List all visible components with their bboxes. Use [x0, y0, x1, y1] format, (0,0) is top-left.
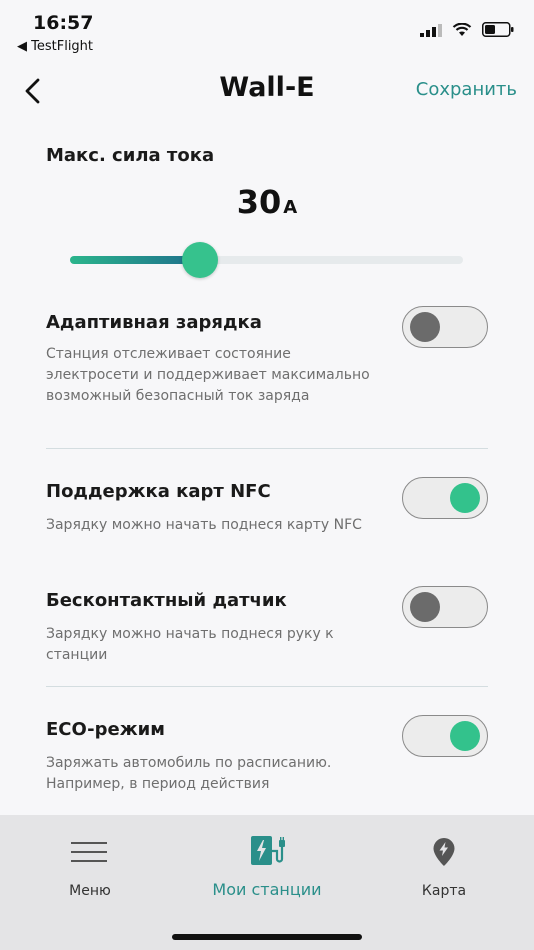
menu-icon — [71, 842, 107, 862]
tab-label: Карта — [421, 883, 467, 899]
battery-icon — [482, 22, 514, 37]
setting-description: Станция отслеживает состояние электросет… — [46, 346, 370, 404]
home-indicator — [172, 934, 362, 940]
nfc-support-toggle[interactable] — [402, 477, 488, 519]
status-time: 16:57 — [33, 12, 94, 34]
signal-icon — [420, 23, 442, 37]
tab-label: Мои станции — [212, 880, 322, 899]
setting-adaptive-charging: Адаптивная зарядка Станция отслеживает с… — [46, 306, 488, 436]
toggle-knob — [410, 592, 440, 622]
slider-thumb[interactable] — [181, 242, 218, 278]
status-icons — [420, 22, 514, 37]
tab-label: Меню — [69, 883, 111, 899]
setting-title: ECO-режим — [46, 719, 165, 740]
setting-title: Адаптивная зарядка — [46, 312, 262, 333]
wifi-icon — [452, 22, 472, 36]
save-button[interactable]: Сохранить — [416, 79, 517, 100]
back-to-app-link[interactable]: ◀ TestFlight — [17, 39, 93, 54]
max-current-unit: A — [283, 197, 298, 218]
setting-eco-mode: ECO-режим Заряжать автомобиль по расписа… — [46, 715, 488, 805]
nav-bar: Wall-E Сохранить — [0, 66, 534, 116]
setting-description: Заряжать автомобиль по расписанию. Напри… — [46, 755, 332, 792]
tab-menu[interactable]: Меню — [30, 815, 150, 915]
eco-mode-toggle[interactable] — [402, 715, 488, 757]
charging-station-icon — [251, 836, 285, 865]
setting-contactless-sensor: Бесконтактный датчик Зарядку можно начат… — [46, 586, 488, 676]
slider-fill — [70, 256, 200, 264]
status-bar: 16:57 ◀ TestFlight — [0, 0, 534, 60]
max-current-value: 30 A — [0, 183, 534, 221]
adaptive-charging-toggle[interactable] — [402, 306, 488, 348]
tab-bar: Меню Мои станции Карта — [0, 815, 534, 950]
tab-map[interactable]: Карта — [384, 815, 504, 915]
toggle-knob — [450, 483, 480, 513]
toggle-knob — [450, 721, 480, 751]
setting-nfc-support: Поддержка карт NFC Зарядку можно начать … — [46, 477, 488, 567]
max-current-number: 30 — [236, 183, 282, 221]
divider — [46, 686, 488, 687]
map-pin-icon — [433, 838, 455, 866]
setting-description: Зарядку можно начать поднеся карту NFC — [46, 517, 362, 533]
tab-my-stations[interactable]: Мои станции — [197, 815, 337, 915]
max-current-slider[interactable] — [70, 240, 463, 280]
setting-title: Поддержка карт NFC — [46, 481, 271, 502]
contactless-sensor-toggle[interactable] — [402, 586, 488, 628]
max-current-label: Макс. сила тока — [46, 145, 215, 166]
setting-title: Бесконтактный датчик — [46, 590, 287, 611]
setting-description: Зарядку можно начать поднеся руку к стан… — [46, 626, 334, 663]
toggle-knob — [410, 312, 440, 342]
divider — [46, 448, 488, 449]
